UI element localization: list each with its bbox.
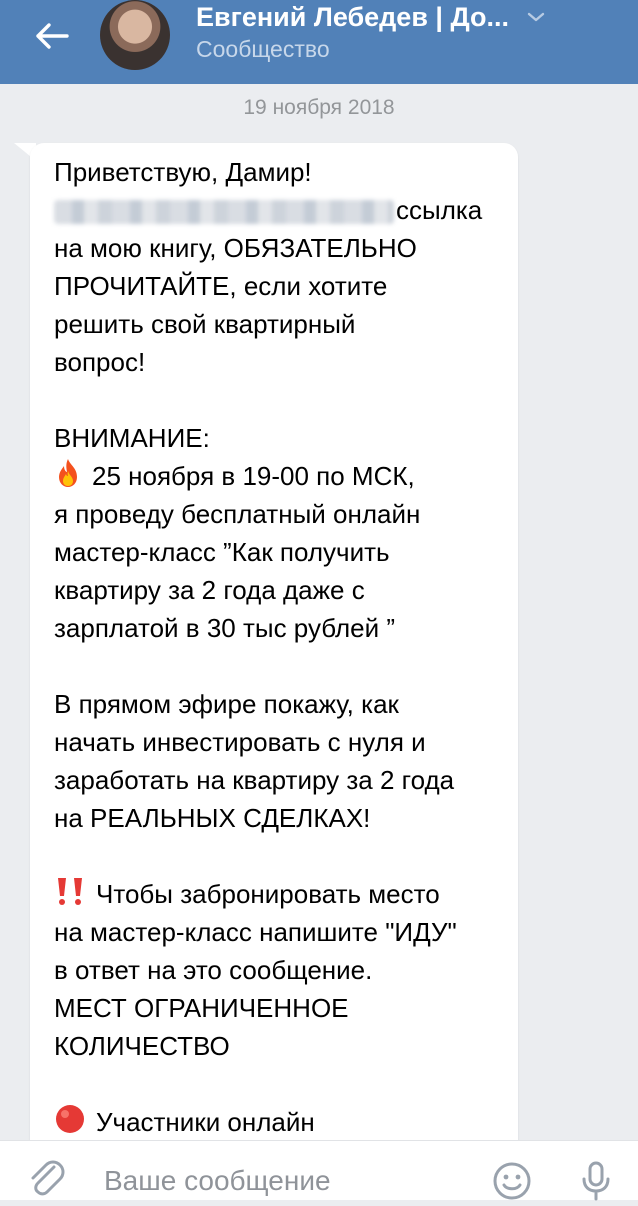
red-circle-emoji-icon: [54, 1103, 86, 1145]
message-composer: [0, 1140, 638, 1201]
message-line: Приветствую, Дамир!: [54, 157, 312, 187]
message-line-participants: Участники онлайн: [54, 1103, 504, 1141]
back-button[interactable]: [22, 12, 82, 60]
message-line: МЕСТ ОГРАНИЧЕННОЕ: [54, 993, 349, 1023]
redacted-text-blur: [54, 200, 394, 225]
message-line-fire: 25 ноября в 19-00 по МСК,: [54, 457, 504, 495]
booking-text: Чтобы забронировать место: [96, 879, 440, 909]
emoji-button[interactable]: [492, 1161, 532, 1201]
message-line: квартиру за 2 года даже с: [54, 575, 365, 605]
conversation-subtitle: Сообщество: [196, 36, 330, 62]
message-line: В прямом эфире покажу, как: [54, 689, 399, 719]
fire-emoji-icon: [54, 457, 82, 499]
participants-text: Участники онлайн: [96, 1107, 315, 1137]
message-line: мастер-класс ”Как получить: [54, 537, 390, 567]
message-line-exclamation: Чтобы забронировать место: [54, 875, 504, 913]
microphone-icon: [582, 1161, 610, 1201]
message-line: я проведу бесплатный онлайн: [54, 499, 421, 529]
chevron-down-icon: [527, 12, 545, 22]
message-line: ВНИМАНИЕ:: [54, 423, 210, 453]
attach-button[interactable]: [24, 1155, 68, 1201]
paperclip-icon: [31, 1160, 65, 1196]
message-line-redacted: ссылка: [54, 191, 504, 229]
message-text: Приветствую, Дамир! ссылка на мою книгу,…: [54, 153, 504, 1141]
header-menu-toggle[interactable]: [522, 6, 550, 28]
message-line: начать инвестировать с нуля и: [54, 727, 426, 757]
voice-message-button[interactable]: [580, 1159, 612, 1201]
date-divider: 19 ноября 2018: [243, 96, 395, 119]
message-line: заработать на квартиру за 2 года: [54, 765, 455, 795]
message-line: вопрос!: [54, 347, 146, 377]
message-line: КОЛИЧЕСТВО: [54, 1031, 230, 1061]
message-line: на мастер-класс напишите "ИДУ": [54, 917, 457, 947]
message-line: на мою книгу, ОБЯЗАТЕЛЬНО: [54, 233, 417, 263]
message-line: зарплатой в 30 тыс рублей ”: [54, 613, 396, 643]
message-input[interactable]: [104, 1161, 484, 1201]
double-exclamation-emoji-icon: [54, 876, 86, 916]
message-line: ПРОЧИТАЙТЕ, если хотите: [54, 271, 388, 301]
message-line: в ответ на это сообщение.: [54, 955, 373, 985]
message-line: решить свой квартирный: [54, 309, 356, 339]
arrow-left-icon: [36, 23, 69, 49]
community-avatar[interactable]: [100, 0, 170, 70]
message-bubble[interactable]: Приветствую, Дамир! ссылка на мою книгу,…: [30, 143, 518, 1153]
event-date-text: 25 ноября в 19-00 по МСК,: [92, 461, 415, 491]
conversation-title[interactable]: Евгений Лебедев | До...: [196, 2, 516, 33]
smiley-icon: [493, 1162, 531, 1200]
message-line-tail: ссылка: [396, 195, 483, 225]
message-line: на РЕАЛЬНЫХ СДЕЛКАХ!: [54, 803, 371, 833]
chat-header: Евгений Лебедев | До... Сообщество: [0, 0, 638, 84]
